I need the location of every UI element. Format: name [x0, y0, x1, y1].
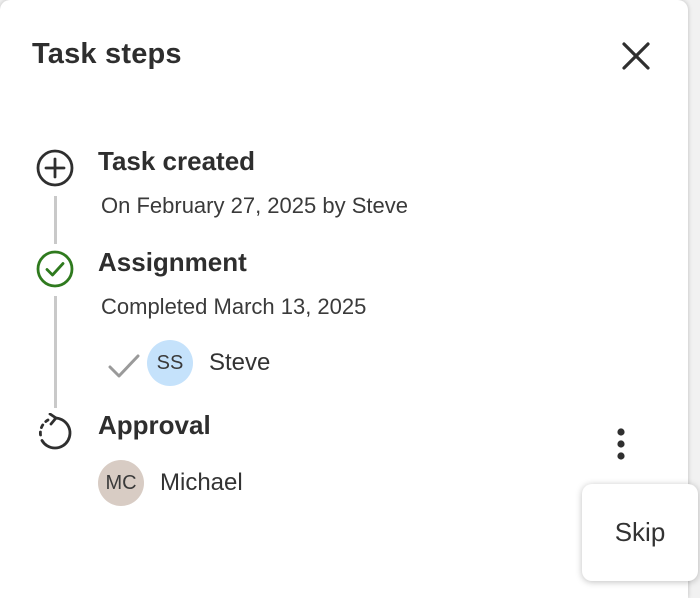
step-title: Assignment	[98, 247, 247, 277]
more-vertical-icon	[617, 428, 625, 460]
step-title: Task created	[98, 146, 256, 176]
check-circle-icon	[35, 249, 75, 289]
step-subtitle: On February 27, 2025 by Steve	[101, 193, 408, 218]
menu-item-skip[interactable]: Skip	[582, 484, 698, 581]
timeline-connector	[54, 196, 57, 244]
step-title: Approval	[98, 410, 211, 440]
close-icon	[622, 42, 650, 70]
timeline-connector	[54, 296, 57, 408]
assignee-name: Steve	[209, 349, 271, 376]
assignee-name: Michael	[160, 469, 243, 496]
more-options-button[interactable]	[604, 424, 638, 464]
avatar: SS	[147, 340, 193, 386]
panel-title: Task steps	[32, 38, 182, 70]
avatar: MC	[98, 460, 144, 506]
dashed-refresh-icon	[35, 412, 75, 453]
options-menu: Skip	[582, 484, 698, 581]
close-button[interactable]	[612, 32, 660, 80]
step-subtitle: Completed March 13, 2025	[101, 294, 367, 319]
check-icon	[106, 350, 142, 380]
plus-circle-icon	[35, 148, 75, 188]
